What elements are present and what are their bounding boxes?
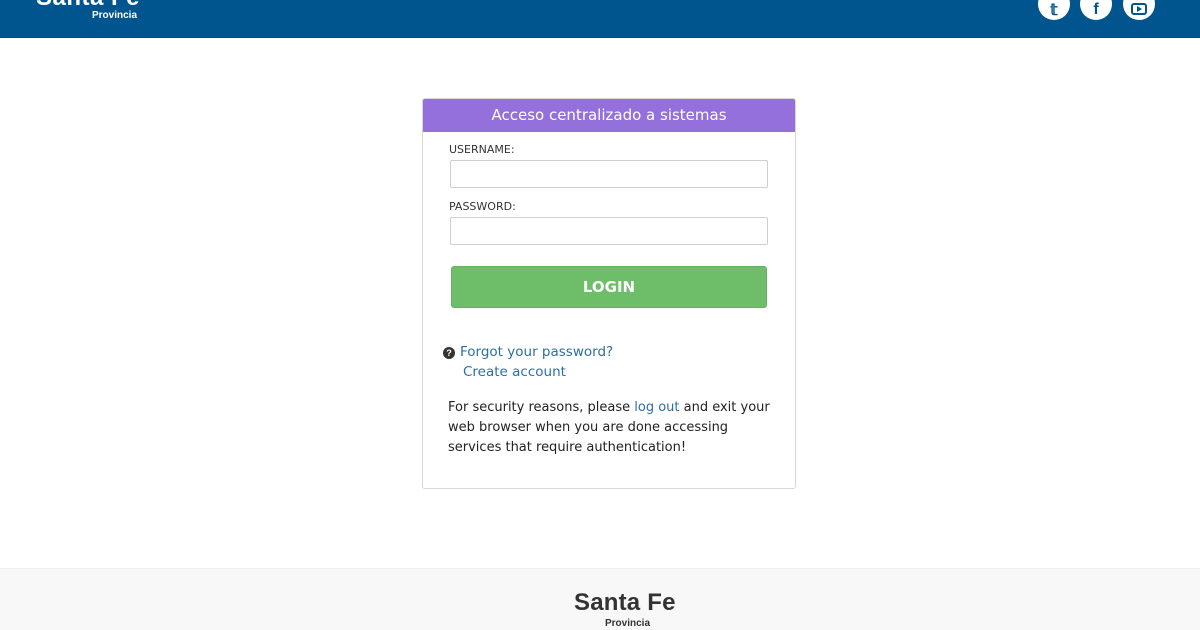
twitter-icon: 𝕥: [1050, 1, 1058, 19]
login-card-title: Acceso centralizado a sistemas: [423, 99, 795, 132]
login-button[interactable]: LOGIN: [451, 266, 767, 308]
footer-logo-sub-text: Provincia: [605, 618, 651, 629]
facebook-icon: f: [1093, 0, 1099, 18]
youtube-link[interactable]: [1123, 0, 1155, 20]
create-account-link[interactable]: Create account: [463, 364, 566, 380]
password-label: PASSWORD:: [449, 200, 516, 213]
security-text-before: For security reasons, please: [448, 400, 635, 415]
twitter-link[interactable]: 𝕥: [1038, 0, 1070, 20]
login-card: Acceso centralizado a sistemas USERNAME:…: [422, 98, 796, 489]
santa-fe-logo[interactable]: Santa Fe Provincia: [36, 0, 140, 21]
password-input[interactable]: [450, 217, 768, 245]
logo-main-text: Santa Fe: [36, 0, 140, 10]
footer-santa-fe-logo: Santa Fe Provincia: [574, 589, 676, 630]
security-message: For security reasons, please log out and…: [448, 398, 778, 458]
question-circle-icon: ?: [443, 347, 455, 359]
logout-link[interactable]: log out: [634, 400, 679, 415]
site-header: Santa Fe Provincia 𝕥 f: [0, 0, 1200, 38]
forgot-password-link[interactable]: Forgot your password?: [460, 344, 613, 360]
site-footer: Santa Fe Provincia: [0, 568, 1200, 630]
username-label: USERNAME:: [449, 143, 515, 156]
youtube-icon: [1131, 3, 1147, 15]
logo-sub-text: Provincia: [92, 10, 138, 21]
footer-logo-main-text: Santa Fe: [574, 589, 676, 616]
facebook-link[interactable]: f: [1080, 0, 1112, 20]
username-input[interactable]: [450, 160, 768, 188]
